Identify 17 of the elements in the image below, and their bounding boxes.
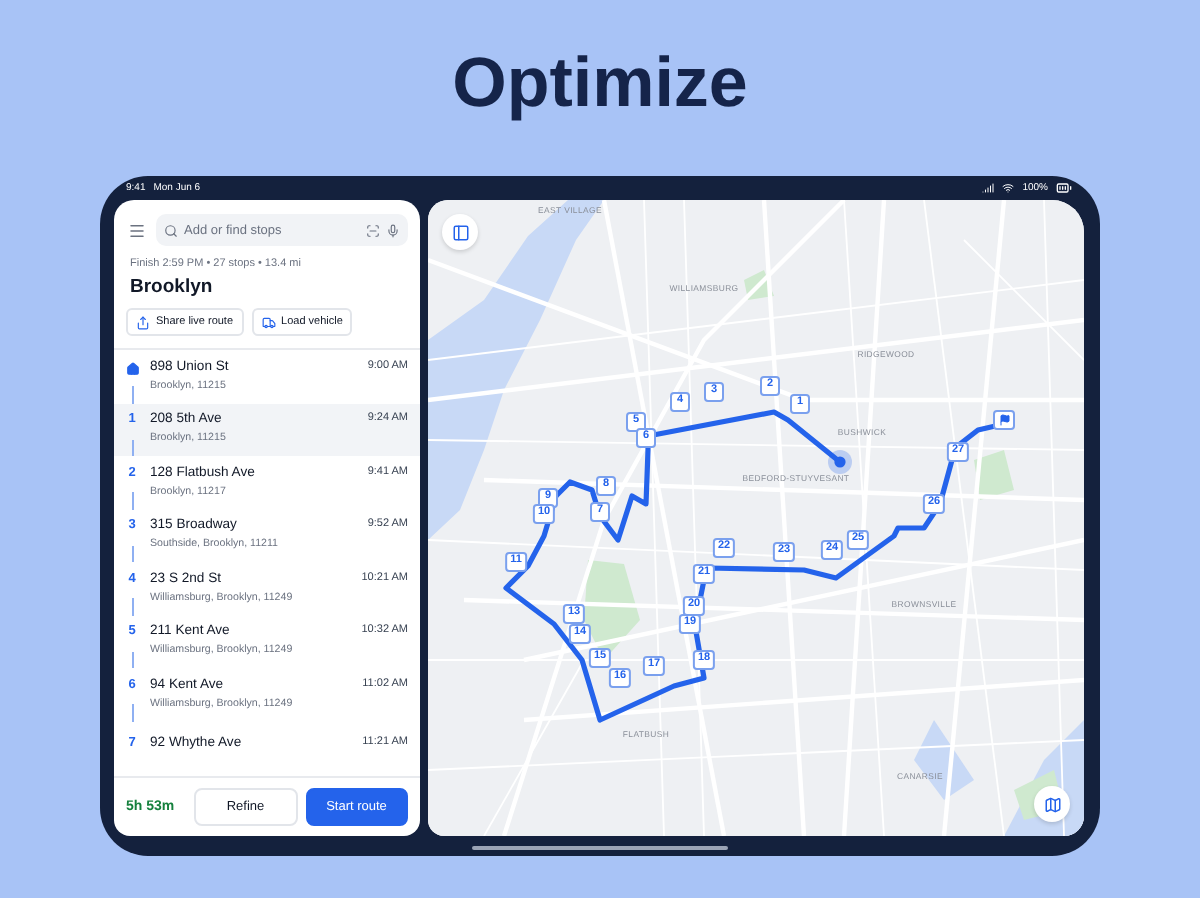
wifi-icon <box>1002 182 1015 194</box>
truck-icon <box>261 315 276 329</box>
map-icon <box>1043 795 1061 813</box>
sidebar-icon <box>451 223 469 241</box>
battery-icon <box>1056 180 1072 196</box>
home-icon <box>125 361 139 376</box>
headline: Optimize <box>452 42 748 126</box>
search-icon <box>164 223 178 237</box>
share-icon <box>136 315 150 329</box>
scan-icon[interactable] <box>366 223 380 237</box>
current-location-icon <box>828 450 852 474</box>
route-title: Brooklyn <box>128 274 215 298</box>
signal-icon <box>982 182 995 194</box>
menu-icon[interactable] <box>128 221 146 239</box>
finish-pin[interactable] <box>993 410 1015 430</box>
flag-icon <box>998 414 1010 426</box>
mic-icon[interactable] <box>386 223 400 237</box>
